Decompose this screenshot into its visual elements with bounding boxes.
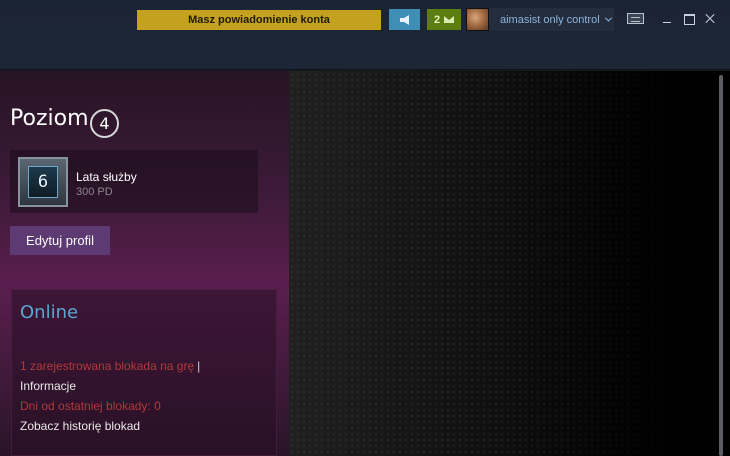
status-panel: Online 1 zarejestrowana blokada na grę | … <box>11 289 277 456</box>
info-link[interactable]: Informacje <box>20 379 76 393</box>
years-of-service-badge-icon: 6 <box>18 157 68 207</box>
level-value: 4 <box>90 109 119 138</box>
profile-background <box>289 71 730 456</box>
chevron-down-icon <box>604 14 612 22</box>
megaphone-icon <box>399 14 409 25</box>
badge-name: Lata służby <box>76 170 137 184</box>
ban-text: 1 zarejestrowana blokada na grę <box>20 359 195 373</box>
title-bar: Masz powiadomienie konta 2 aimasist only… <box>0 0 730 70</box>
ban-separator: | <box>197 359 201 373</box>
username-label: aimasist only control <box>500 13 600 26</box>
user-menu-button[interactable]: aimasist only control <box>466 8 614 31</box>
badge-card[interactable]: 6 Lata służby 300 PD <box>10 150 258 213</box>
maximize-button[interactable] <box>682 12 696 26</box>
close-button[interactable] <box>703 12 717 26</box>
ban-history-link[interactable]: Zobacz historię blokad <box>20 419 140 433</box>
announcements-button[interactable] <box>389 9 420 30</box>
inbox-count: 2 <box>433 13 441 26</box>
minimize-button[interactable] <box>660 12 674 26</box>
badge-number: 6 <box>28 166 58 198</box>
account-notification-button[interactable]: Masz powiadomienie konta <box>137 10 381 30</box>
avatar <box>466 8 489 31</box>
big-picture-icon[interactable] <box>627 13 644 24</box>
badge-xp: 300 PD <box>76 186 113 198</box>
envelope-icon <box>444 16 455 23</box>
online-status: Online <box>20 302 79 323</box>
inbox-button[interactable]: 2 <box>427 9 461 30</box>
edit-profile-button[interactable]: Edytuj profil <box>10 226 110 255</box>
ban-status: 1 zarejestrowana blokada na grę | <box>20 359 200 373</box>
days-since-ban: Dni od ostatniej blokady: 0 <box>20 399 161 413</box>
profile-side-panel: Poziom 4 6 Lata służby 300 PD Edytuj pro… <box>0 71 289 456</box>
level-label: Poziom <box>10 106 89 131</box>
profile-content: Poziom 4 6 Lata służby 300 PD Edytuj pro… <box>0 71 730 456</box>
scrollbar[interactable] <box>719 75 723 456</box>
